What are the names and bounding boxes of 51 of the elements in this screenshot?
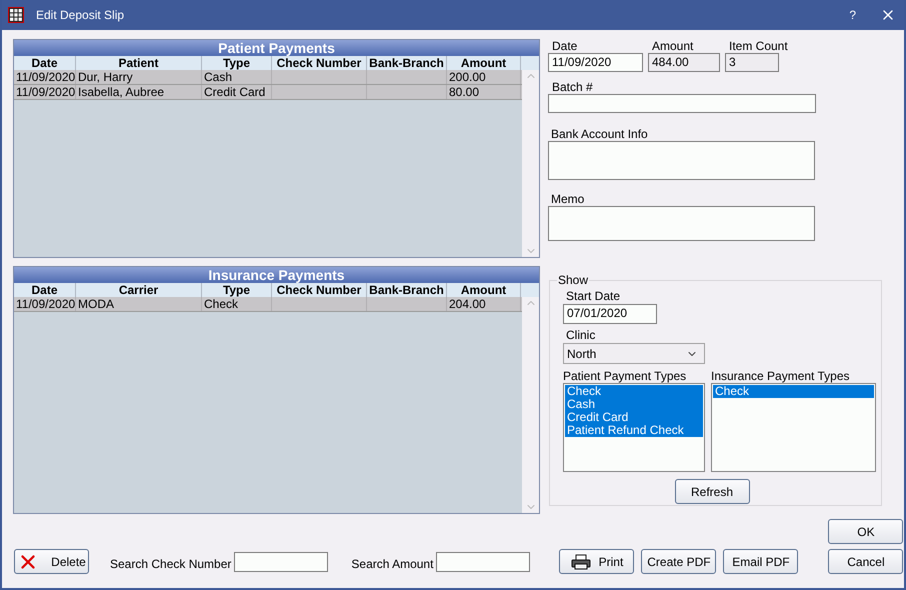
action-button[interactable]: Create PDF (641, 549, 716, 574)
list-item[interactable]: Cash (565, 398, 703, 411)
print-button[interactable]: Print (559, 549, 634, 574)
table-row[interactable]: 11/09/2020 MODA Check 204.00 (14, 297, 522, 312)
table-cell: MODA (76, 297, 202, 311)
table-cell: Check (202, 297, 272, 311)
input-field[interactable]: 11/09/2020 (548, 53, 643, 72)
table-cell: Isabella, Aubree (76, 85, 202, 99)
list-label: Insurance Payment Types (711, 369, 851, 383)
table-cell: Cash (202, 70, 272, 84)
field-label: Clinic (565, 328, 596, 342)
field-label: Date (551, 39, 578, 53)
field-label: Item Count (728, 39, 788, 53)
input-field[interactable]: 3 (725, 53, 779, 72)
list-item[interactable]: Check (565, 385, 703, 398)
list-label: Patient Payment Types (563, 369, 688, 383)
table-cell: 11/09/2020 (14, 70, 76, 84)
field-label: Memo (550, 192, 586, 206)
ok-button[interactable]: OK (828, 519, 904, 544)
table-cell: 80.00 (447, 85, 521, 99)
field-label: Batch # (551, 80, 594, 94)
list-item[interactable]: Patient Refund Check (565, 424, 703, 437)
grid-title: Insurance Payments (14, 267, 539, 283)
cancel-button[interactable]: Cancel (828, 549, 904, 574)
table-cell: Credit Card (202, 85, 272, 99)
refresh-button[interactable]: Refresh (674, 479, 750, 504)
action-button[interactable]: Email PDF (723, 549, 798, 574)
table-row[interactable]: 11/09/2020 Isabella, Aubree Credit Card 80.00 (14, 85, 522, 100)
window-title: Edit Deposit Slip (36, 8, 126, 22)
table-cell: Dur, Harry (76, 70, 202, 84)
list-item[interactable]: Credit Card (565, 411, 703, 424)
field-label: Search Amount (351, 557, 434, 571)
field-label: Start Date (565, 289, 622, 303)
payment-type-list[interactable]: Check Cash Credit Card Patient Refund Check (563, 383, 705, 472)
input-field[interactable]: 07/01/2020 (563, 304, 657, 324)
table-cell: 11/09/2020 (14, 297, 76, 311)
group-label: Show (557, 273, 590, 287)
table-cell: 200.00 (447, 70, 521, 84)
input-field[interactable]: 484.00 (648, 53, 720, 72)
table-cell: 204.00 (447, 297, 521, 311)
field-label: Search Check Number (110, 557, 232, 571)
field-label: Bank Account Info (550, 127, 649, 141)
list-item[interactable]: Check (713, 385, 874, 398)
help-button[interactable]: ? (849, 8, 856, 22)
clinic-dropdown[interactable]: North (563, 343, 705, 364)
table-cell: 11/09/2020 (14, 85, 76, 99)
table-row[interactable]: 11/09/2020 Dur, Harry Cash 200.00 (14, 70, 522, 85)
payment-type-list[interactable]: Check (711, 383, 876, 472)
delete-button[interactable]: Delete (14, 549, 89, 574)
field-label: Amount (651, 39, 694, 53)
grid-title: Patient Payments (14, 40, 539, 56)
